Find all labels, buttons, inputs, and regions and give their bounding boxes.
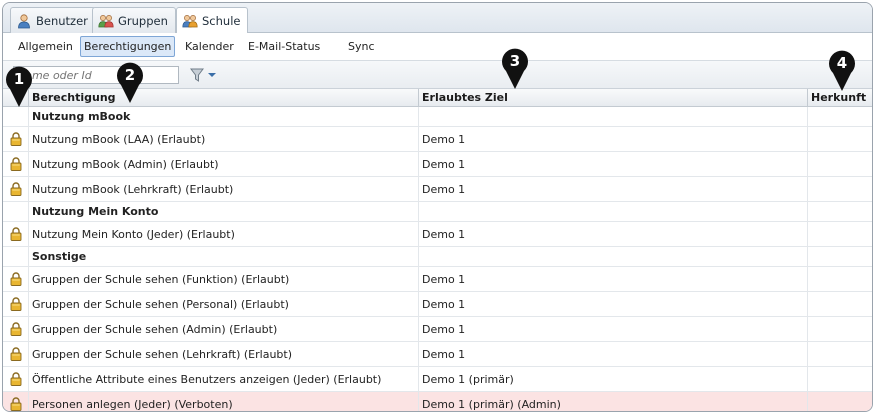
target-cell: Demo 1	[418, 152, 807, 176]
target-cell	[418, 202, 807, 221]
target-cell: Demo 1	[418, 127, 807, 151]
user-icon	[16, 13, 32, 29]
filter-icon	[190, 68, 216, 82]
school-icon	[182, 13, 198, 29]
target-cell	[418, 247, 807, 266]
subnav-berechtigungen[interactable]: Berechtigungen	[80, 36, 176, 57]
tab-gruppen[interactable]: Gruppen	[92, 7, 176, 33]
svg-text:4: 4	[837, 54, 847, 72]
origin-cell	[807, 247, 872, 266]
svg-text:1: 1	[14, 70, 24, 88]
lock-icon	[3, 152, 28, 176]
table-row[interactable]: Gruppen der Schule sehen (Admin) (Erlaub…	[3, 317, 872, 342]
permission-cell: Gruppen der Schule sehen (Funktion) (Erl…	[28, 267, 418, 291]
lock-icon	[3, 342, 28, 366]
lock-icon	[3, 367, 28, 391]
lock-icon	[3, 177, 28, 201]
group-label: Sonstige	[28, 247, 418, 266]
permission-cell: Personen anlegen (Jeder) (Verboten)	[28, 392, 418, 411]
permission-cell: Nutzung mBook (Admin) (Erlaubt)	[28, 152, 418, 176]
tab-benutzer[interactable]: Benutzer	[10, 7, 96, 33]
permission-cell: Gruppen der Schule sehen (Admin) (Erlaub…	[28, 317, 418, 341]
table-row[interactable]: Nutzung mBook (LAA) (Erlaubt) Demo 1	[3, 127, 872, 152]
marker-1-icon: 1	[6, 66, 33, 107]
table-row[interactable]: Nutzung mBook (Lehrkraft) (Erlaubt) Demo …	[3, 177, 872, 202]
lock-icon	[3, 392, 28, 411]
tab-label: Benutzer	[36, 13, 88, 28]
app-window: Benutzer Gruppen Schule Allgemein Berech…	[2, 2, 873, 412]
group-row: Sonstige	[3, 247, 872, 267]
origin-cell	[807, 392, 872, 411]
main-tabbar: Benutzer Gruppen Schule	[3, 3, 872, 34]
target-cell: Demo 1	[418, 317, 807, 341]
origin-cell	[807, 292, 872, 316]
sub-navigation: Allgemein Berechtigungen Kalender E-Mail…	[3, 33, 872, 61]
filter-dropdown-button[interactable]	[189, 66, 219, 84]
target-cell: Demo 1	[418, 267, 807, 291]
marker-4-icon: 4	[829, 50, 855, 91]
marker-2-icon: 2	[117, 62, 143, 103]
chevron-down-icon	[208, 73, 216, 77]
subnav-allgemein[interactable]: Allgemein	[14, 36, 77, 57]
lock-icon	[3, 267, 28, 291]
table-row[interactable]: Gruppen der Schule sehen (Lehrkraft) (Er…	[3, 342, 872, 367]
permission-cell: Nutzung mBook (Lehrkraft) (Erlaubt)	[28, 177, 418, 201]
table-row[interactable]: Gruppen der Schule sehen (Funktion) (Erl…	[3, 267, 872, 292]
table-row[interactable]: Nutzung Mein Konto (Jeder) (Erlaubt) Demo…	[3, 222, 872, 247]
target-cell: Demo 1	[418, 177, 807, 201]
lock-icon	[3, 317, 28, 341]
origin-cell	[807, 107, 872, 126]
column-header-berechtigung[interactable]: Berechtigung	[28, 89, 418, 107]
origin-cell	[807, 222, 872, 246]
group-label: Nutzung Mein Konto	[28, 202, 418, 221]
lock-icon	[3, 127, 28, 151]
group-row: Nutzung mBook	[3, 107, 872, 127]
permission-cell: Nutzung mBook (LAA) (Erlaubt)	[28, 127, 418, 151]
table-row[interactable]: Öffentliche Attribute eines Benutzers an…	[3, 367, 872, 392]
table-row[interactable]: Gruppen der Schule sehen (Personal) (Erl…	[3, 292, 872, 317]
target-cell: Demo 1 (primär)	[418, 367, 807, 391]
subnav-email-status[interactable]: E-Mail-Status	[244, 36, 324, 57]
table-row[interactable]: Nutzung mBook (Admin) (Erlaubt) Demo 1	[3, 152, 872, 177]
permission-cell: Gruppen der Schule sehen (Personal) (Erl…	[28, 292, 418, 316]
tab-label: Schule	[202, 14, 241, 28]
lock-icon	[3, 222, 28, 246]
group-icon	[98, 13, 114, 29]
table-row[interactable]: Personen anlegen (Jeder) (Verboten) Demo …	[3, 392, 872, 411]
svg-text:2: 2	[125, 66, 135, 84]
target-cell: Demo 1	[418, 292, 807, 316]
lock-icon	[3, 292, 28, 316]
permission-cell: Nutzung Mein Konto (Jeder) (Erlaubt)	[28, 222, 418, 246]
origin-cell	[807, 177, 872, 201]
origin-cell	[807, 127, 872, 151]
tab-label: Gruppen	[118, 13, 168, 28]
origin-cell	[807, 202, 872, 221]
group-row: Nutzung Mein Konto	[3, 202, 872, 222]
origin-cell	[807, 267, 872, 291]
target-cell: Demo 1	[418, 342, 807, 366]
permission-cell: Gruppen der Schule sehen (Lehrkraft) (Er…	[28, 342, 418, 366]
target-cell: Demo 1 (primär) (Admin)	[418, 392, 807, 411]
origin-cell	[807, 367, 872, 391]
marker-3-icon: 3	[502, 48, 528, 89]
origin-cell	[807, 152, 872, 176]
svg-text:3: 3	[510, 52, 520, 70]
subnav-sync[interactable]: Sync	[344, 36, 379, 57]
search-input[interactable]	[13, 66, 179, 84]
column-header-erlaubtes-ziel[interactable]: Erlaubtes Ziel	[418, 89, 807, 107]
target-cell	[418, 107, 807, 126]
tab-schule[interactable]: Schule	[176, 7, 249, 34]
origin-cell	[807, 342, 872, 366]
subnav-kalender[interactable]: Kalender	[181, 36, 238, 57]
group-label: Nutzung mBook	[28, 107, 418, 126]
permission-cell: Öffentliche Attribute eines Benutzers an…	[28, 367, 418, 391]
target-cell: Demo 1	[418, 222, 807, 246]
origin-cell	[807, 317, 872, 341]
